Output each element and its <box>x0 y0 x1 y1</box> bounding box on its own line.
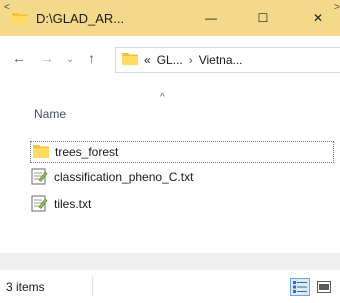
item-count: 3 items <box>6 280 45 294</box>
folder-icon <box>12 12 28 25</box>
list-item[interactable]: trees_forest <box>30 141 334 163</box>
breadcrumb-separator-icon: › <box>188 53 193 67</box>
status-divider <box>92 276 93 296</box>
minimize-button[interactable]: — <box>188 0 234 36</box>
large-icons-view-icon[interactable] <box>314 278 334 296</box>
details-view-icon[interactable] <box>290 278 310 296</box>
back-button[interactable]: ← <box>12 50 26 66</box>
list-item[interactable]: classification_pheno_C.txt <box>30 166 193 188</box>
file-name: trees_forest <box>55 145 119 159</box>
address-bar[interactable]: « GL... › Vietna... <box>115 47 340 73</box>
file-name: classification_pheno_C.txt <box>54 170 194 184</box>
text-file-icon <box>30 167 48 188</box>
address-overflow-icon[interactable]: « <box>144 53 151 67</box>
forward-button[interactable]: → <box>40 50 54 66</box>
address-folder-icon <box>122 52 138 68</box>
maximize-button[interactable]: ☐ <box>240 0 286 36</box>
sort-ascending-icon: ^ <box>160 92 165 103</box>
list-item[interactable]: tiles.txt <box>30 193 91 215</box>
horizontal-scrollbar[interactable] <box>0 253 340 270</box>
status-bar <box>0 270 340 303</box>
title-bar[interactable]: D:\GLAD_AR... — ☐ ✕ <box>0 0 340 36</box>
name-column-header[interactable]: Name <box>34 107 66 121</box>
scroll-left-arrow-icon[interactable]: < <box>4 2 10 13</box>
up-button[interactable]: ↑ <box>88 50 95 66</box>
file-name: tiles.txt <box>54 197 92 211</box>
window-title: D:\GLAD_AR... <box>36 10 125 26</box>
scroll-right-arrow-icon[interactable]: > <box>334 2 340 13</box>
folder-icon <box>33 144 49 161</box>
recent-locations-chevron-icon[interactable]: ⌄ <box>66 54 74 65</box>
breadcrumb-gl[interactable]: GL... <box>157 53 183 67</box>
breadcrumb-vietnam[interactable]: Vietna... <box>199 53 243 67</box>
text-file-icon <box>30 194 48 215</box>
